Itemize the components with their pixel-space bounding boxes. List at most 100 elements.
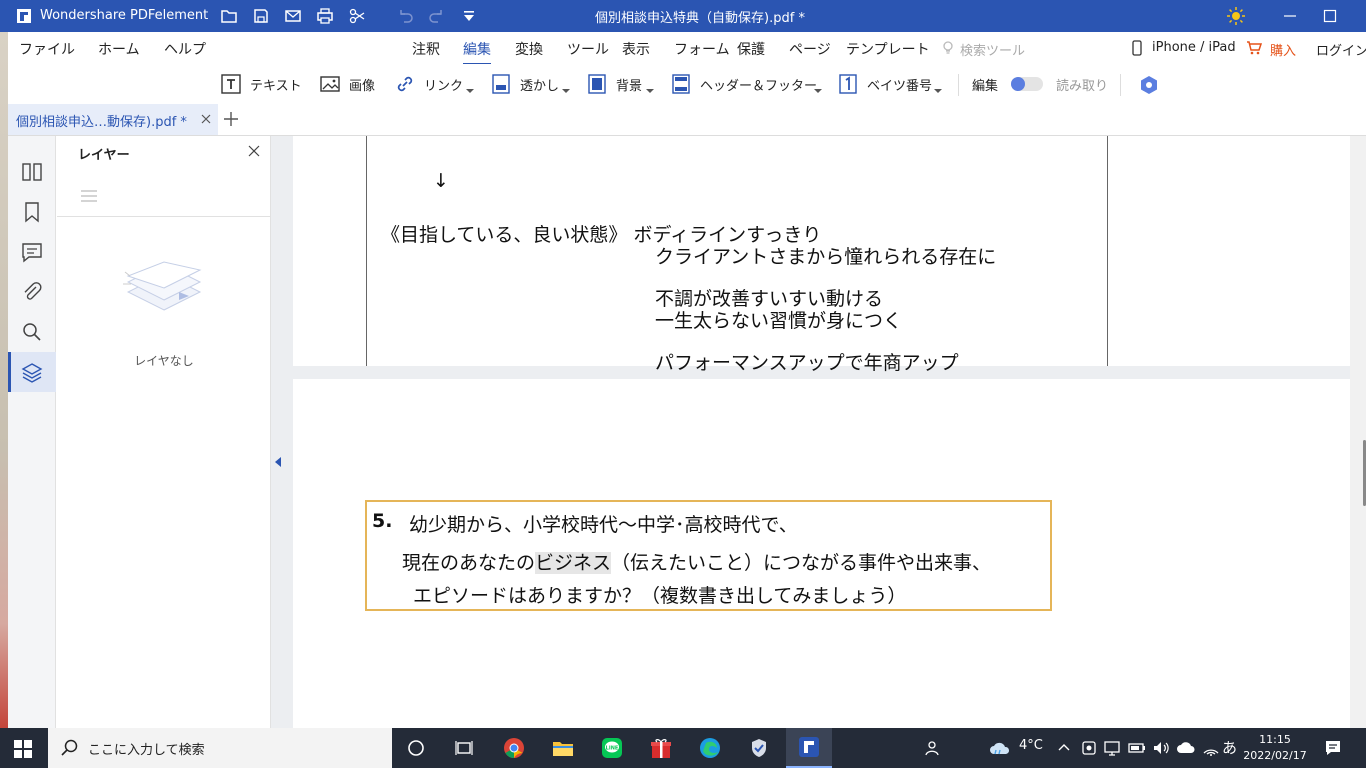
- line-taskbar-button[interactable]: LINE: [592, 734, 632, 762]
- tab-annotate[interactable]: 注釈: [412, 39, 440, 59]
- tab-template[interactable]: テンプレート: [846, 39, 930, 59]
- tab-view[interactable]: 表示: [622, 39, 650, 59]
- watermark-dropdown-icon[interactable]: [562, 89, 570, 93]
- device-link[interactable]: iPhone / iPad: [1152, 40, 1236, 55]
- bates-dropdown-icon[interactable]: [934, 89, 942, 93]
- background-button[interactable]: 背景: [586, 73, 642, 95]
- battery-icon[interactable]: [1127, 739, 1147, 757]
- quick-access-dropdown-icon[interactable]: [460, 7, 478, 25]
- menu-file[interactable]: ファイル: [19, 39, 75, 59]
- link-button[interactable]: リンク: [394, 73, 463, 95]
- task-view-button[interactable]: [444, 734, 484, 762]
- header-footer-dropdown-icon[interactable]: [814, 89, 822, 93]
- cortana-button[interactable]: [396, 734, 436, 762]
- panel-collapse-strip[interactable]: [271, 136, 293, 728]
- goal-line-4: 一生太らない習慣が身につく: [655, 310, 903, 332]
- toggle-knob: [1011, 77, 1025, 91]
- print-icon[interactable]: [316, 7, 334, 25]
- login-button[interactable]: ログイン: [1316, 40, 1366, 59]
- maximize-icon[interactable]: [1320, 6, 1340, 26]
- redo-icon[interactable]: [428, 7, 446, 25]
- tab-tools[interactable]: ツール: [567, 39, 609, 59]
- pdf-page-previous: ↓ 《目指している、良い状態》 ボディラインすっきり クライアントさまから憧れら…: [293, 136, 1350, 374]
- document-tab-label: 個別相談申込…動保存).pdf *: [16, 115, 187, 130]
- save-icon[interactable]: [252, 7, 270, 25]
- wifi-icon[interactable]: [1202, 739, 1220, 757]
- mail-icon[interactable]: [284, 7, 302, 25]
- plugin-hexagon-icon[interactable]: [1138, 74, 1160, 96]
- background-dropdown-icon[interactable]: [646, 89, 654, 93]
- minimize-icon[interactable]: [1280, 6, 1300, 26]
- app-taskbar-button[interactable]: [739, 734, 779, 762]
- attachment-icon[interactable]: [20, 280, 44, 304]
- weather-cloud-icon[interactable]: [988, 739, 1012, 757]
- taskbar-clock[interactable]: 11:15 2022/02/17: [1240, 732, 1310, 764]
- notification-center-icon[interactable]: [1324, 739, 1342, 757]
- link-dropdown-icon[interactable]: [466, 89, 474, 93]
- edit-read-toggle[interactable]: [1011, 77, 1043, 91]
- goal-line-5: パフォーマンスアップで年商アップ: [655, 352, 959, 374]
- gift-app-taskbar-button[interactable]: [641, 734, 681, 762]
- question-line-2-start: 現在のあなたの: [402, 552, 536, 574]
- watermark-button[interactable]: 透かし: [490, 73, 559, 95]
- comment-icon[interactable]: [20, 240, 44, 264]
- header-footer-button[interactable]: ヘッダー＆フッター: [670, 73, 817, 95]
- tab-protect[interactable]: 保護: [737, 39, 765, 59]
- buy-button[interactable]: 購入: [1270, 40, 1296, 59]
- goal-line-2: クライアントさまから憧れられる存在に: [655, 246, 997, 268]
- clock-time: 11:15: [1259, 733, 1291, 746]
- vertical-scrollbar[interactable]: [1350, 136, 1366, 728]
- taskbar-search-box[interactable]: ここに入力して検索: [48, 728, 392, 768]
- tab-edit[interactable]: 編集: [463, 39, 491, 65]
- close-panel-icon[interactable]: [248, 145, 260, 157]
- people-icon[interactable]: [924, 739, 942, 757]
- question-line-2-end: （伝えたいこと）につながる事件や出来事、: [611, 552, 992, 574]
- theme-sun-icon[interactable]: [1226, 6, 1246, 26]
- taskbar-search-placeholder: ここに入力して検索: [88, 743, 205, 758]
- onedrive-cloud-icon[interactable]: [1176, 740, 1196, 756]
- menu-home[interactable]: ホーム: [98, 39, 140, 59]
- menu-help[interactable]: ヘルプ: [164, 39, 206, 59]
- chrome-taskbar-button[interactable]: [494, 734, 534, 762]
- windows-start-icon[interactable]: [14, 740, 32, 758]
- edit-mode-label: 編集: [972, 73, 998, 95]
- tab-convert[interactable]: 変換: [515, 39, 543, 59]
- collapse-arrow-icon[interactable]: [275, 457, 281, 467]
- add-text-button[interactable]: テキスト: [220, 73, 302, 95]
- pdfelement-logo-icon: [17, 9, 31, 23]
- toolbar-divider: [958, 74, 959, 96]
- temperature[interactable]: 4°C: [1019, 738, 1043, 753]
- document-viewport[interactable]: ↓ 《目指している、良い状態》 ボディラインすっきり クライアントさまから憧れら…: [293, 136, 1350, 728]
- thumbnails-icon[interactable]: [20, 160, 44, 184]
- read-mode-text: 読み取り: [1056, 78, 1109, 94]
- search-icon[interactable]: [20, 320, 44, 344]
- menu-bar: ファイル ホーム ヘルプ 注釈 編集 変換 ツール 表示 フォーム 保護 ページ…: [8, 32, 1366, 65]
- explorer-taskbar-button[interactable]: [543, 734, 583, 762]
- undo-icon[interactable]: [396, 7, 414, 25]
- desktop-edge: [0, 32, 8, 728]
- bates-number-button[interactable]: ベイツ番号: [837, 73, 932, 95]
- close-tab-icon[interactable]: [200, 113, 212, 125]
- tray-app-icon[interactable]: [1080, 739, 1098, 757]
- display-settings-icon[interactable]: [1103, 739, 1121, 757]
- scissors-icon[interactable]: [348, 7, 366, 25]
- volume-icon[interactable]: [1152, 739, 1170, 757]
- chevron-up-icon[interactable]: [1058, 742, 1070, 752]
- tab-page[interactable]: ページ: [789, 39, 831, 59]
- bookmark-icon[interactable]: [20, 200, 44, 224]
- tab-form[interactable]: フォーム: [674, 39, 730, 59]
- document-tab-bar: 個別相談申込…動保存).pdf *: [8, 104, 1366, 136]
- page-border-right: [1107, 136, 1108, 366]
- search-tools[interactable]: 検索ツール: [960, 40, 1025, 59]
- add-image-button[interactable]: 画像: [319, 73, 375, 95]
- pdfelement-taskbar-button[interactable]: [786, 728, 832, 768]
- document-tab[interactable]: 個別相談申込…動保存).pdf *: [8, 104, 218, 135]
- ime-indicator[interactable]: あ: [1222, 737, 1237, 758]
- add-tab-icon[interactable]: [222, 110, 240, 128]
- edge-taskbar-button[interactable]: [690, 734, 730, 762]
- layer-menu-icon[interactable]: [81, 190, 97, 202]
- header-footer-label: ヘッダー＆フッター: [700, 78, 818, 94]
- open-folder-icon[interactable]: [220, 7, 238, 25]
- add-image-label: 画像: [349, 78, 376, 94]
- layers-icon[interactable]: [20, 360, 44, 384]
